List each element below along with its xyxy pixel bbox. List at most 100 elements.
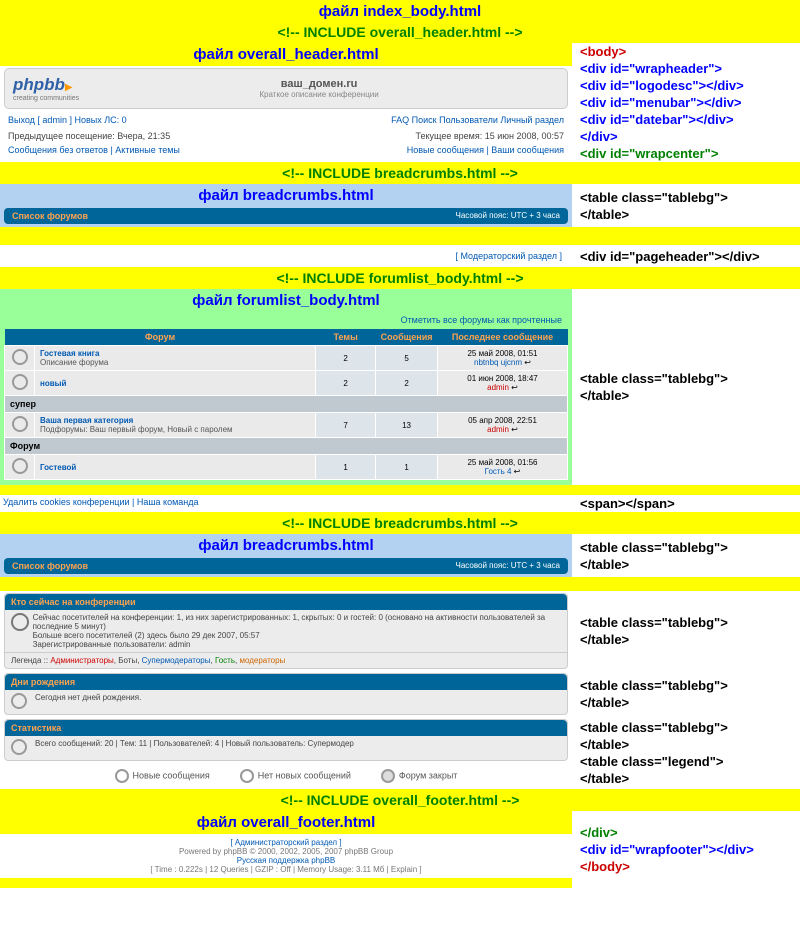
anno-body-open: <body> xyxy=(580,44,626,59)
cookies-team-links[interactable]: Удалить cookies конференции | Наша коман… xyxy=(3,497,199,507)
anno-table-close-6: </table> xyxy=(580,737,629,752)
anno-legend-tbl: <table class="legend"> xyxy=(580,754,723,769)
legend-locked: Форум закрыт xyxy=(399,770,458,780)
topic-count: 7 xyxy=(316,413,376,438)
forum-icon xyxy=(12,349,28,365)
datebar: Предыдущее посещение: Вчера, 21:35 Текущ… xyxy=(0,129,572,143)
anno-body-close: </body> xyxy=(580,859,630,874)
last-date: 25 май 2008, 01:56 xyxy=(467,458,537,467)
last-user[interactable]: admin xyxy=(487,425,509,434)
table-row: Гостевая книгаОписание форума 2 5 25 май… xyxy=(5,346,568,371)
breadcrumb-bar: Список форумов Часовой пояс: UTC + 3 час… xyxy=(4,208,568,224)
phpbb-logo: phpbb xyxy=(13,75,65,94)
forum-link[interactable]: Гостевая книга xyxy=(40,349,99,358)
powered-by: Powered by phpBB © 2000, 2002, 2005, 200… xyxy=(4,847,568,856)
birthday-body: Сегодня нет дней рождения. xyxy=(35,693,141,711)
stats-header: Статистика xyxy=(5,720,567,736)
topic-count: 2 xyxy=(316,346,376,371)
legend-new: Новые сообщения xyxy=(133,770,210,780)
site-title: ваш_домен.ru xyxy=(79,78,559,90)
no-new-icon xyxy=(240,769,254,783)
breadcrumb-label-2[interactable]: Список форумов xyxy=(12,561,88,571)
new-posts-link[interactable]: Новые сообщения | Ваши сообщения xyxy=(407,145,564,155)
site-subtitle: Краткое описание конференции xyxy=(79,90,559,99)
last-date: 05 апр 2008, 22:51 xyxy=(468,416,537,425)
category-label[interactable]: Форум xyxy=(5,438,568,455)
category-row: Форум xyxy=(5,438,568,455)
subforum-links[interactable]: Подфорумы: Ваш первый форум, Новый с пар… xyxy=(40,425,233,434)
anno-span: <span></span> xyxy=(580,496,675,511)
menubar: Выход [ admin ] Новых ЛС: 0 FAQ Поиск По… xyxy=(0,111,572,129)
category-label[interactable]: супер xyxy=(5,396,568,413)
category-row: супер xyxy=(5,396,568,413)
th-posts: Сообщения xyxy=(376,329,438,346)
anno-div-close: </div> xyxy=(580,129,618,144)
forum-link[interactable]: новый xyxy=(40,379,66,388)
new-posts-icon xyxy=(115,769,129,783)
mark-read-link[interactable]: Отметить все форумы как прочтенные xyxy=(0,311,572,329)
anno-table-close-3: </table> xyxy=(580,557,629,572)
whoisonline-table: Кто сейчас на конференции Сейчас посетит… xyxy=(4,593,568,669)
title-forumlist: файл forumlist_body.html xyxy=(0,290,572,311)
post-count: 2 xyxy=(376,371,438,396)
time-stats: [ Time : 0.222s | 12 Queries | GZIP : Of… xyxy=(4,865,568,874)
post-count: 5 xyxy=(376,346,438,371)
whoisonline-header: Кто сейчас на конференции xyxy=(5,594,567,610)
th-topics: Темы xyxy=(316,329,376,346)
logodesc-block: phpbb▶ creating communities ваш_домен.ru… xyxy=(4,68,568,109)
anno-div-close-2: </div> xyxy=(580,825,618,840)
anno-tablebg-2: <table class="tablebg"> xyxy=(580,371,728,386)
last-user[interactable]: admin xyxy=(487,383,509,392)
admin-link[interactable]: [ Администраторский раздел ] xyxy=(4,838,568,847)
menubar-right[interactable]: FAQ Поиск Пользователи Личный раздел xyxy=(391,115,564,125)
timezone-label: Часовой пояс: UTC + 3 часа xyxy=(456,211,560,221)
anno-datebar: <div id="datebar"></div> xyxy=(580,112,734,127)
inc-forumlist: <!-- INCLUDE forumlist_body.html --> xyxy=(0,268,800,288)
legend-prefix: Легенда :: xyxy=(11,656,50,665)
inc-breadcrumbs-1: <!-- INCLUDE breadcrumbs.html --> xyxy=(0,163,800,183)
anno-tablebg-3: <table class="tablebg"> xyxy=(580,540,728,555)
anno-tablebg-4: <table class="tablebg"> xyxy=(580,615,728,630)
title-overall-header: файл overall_header.html xyxy=(0,44,572,65)
menubar-left[interactable]: Выход [ admin ] Новых ЛС: 0 xyxy=(8,115,127,125)
unanswered-link[interactable]: Сообщения без ответов | Активные темы xyxy=(8,145,180,155)
anno-tablebg-1: <table class="tablebg"> xyxy=(580,190,728,205)
last-user[interactable]: nbtnbq ujcnm xyxy=(474,358,522,367)
support-link[interactable]: Русская поддержка phpBB xyxy=(4,856,568,865)
anno-table-close-2: </table> xyxy=(580,388,629,403)
moderator-link[interactable]: [ Модераторский раздел ] xyxy=(0,245,572,267)
stats-icon xyxy=(11,739,27,755)
anno-pageheader: <div id="pageheader"></div> xyxy=(580,249,760,264)
post-count: 13 xyxy=(376,413,438,438)
forum-link[interactable]: Ваша первая категория xyxy=(40,416,133,425)
anno-table-close-7: </table> xyxy=(580,771,629,786)
inc-overall-header: <!-- INCLUDE overall_header.html --> xyxy=(0,22,800,42)
table-row: Ваша первая категорияПодфорумы: Ваш перв… xyxy=(5,413,568,438)
table-row: Гостевой 1 1 25 май 2008, 01:56Гость 4 ↩ xyxy=(5,455,568,480)
anno-table-close-4: </table> xyxy=(580,632,629,647)
breadcrumb-bar-2: Список форумов Часовой пояс: UTC + 3 час… xyxy=(4,558,568,574)
anno-menubar: <div id="menubar"></div> xyxy=(580,95,742,110)
last-user[interactable]: Гость 4 xyxy=(485,467,512,476)
title-index-body: файл index_body.html xyxy=(0,1,800,22)
last-date: 01 июн 2008, 18:47 xyxy=(467,374,538,383)
current-time: Текущее время: 15 июн 2008, 00:57 xyxy=(415,131,564,141)
last-date: 25 май 2008, 01:51 xyxy=(467,349,537,358)
timezone-label-2: Часовой пояс: UTC + 3 часа xyxy=(456,561,560,571)
title-breadcrumbs-1: файл breadcrumbs.html xyxy=(0,185,572,206)
online-line2: Больше всего посетителей (2) здесь было … xyxy=(33,631,561,640)
stats-body: Всего сообщений: 20 | Тем: 11 | Пользова… xyxy=(35,739,354,748)
online-icon xyxy=(11,613,29,631)
anno-tablebg-5: <table class="tablebg"> xyxy=(580,678,728,693)
th-last: Последнее сообщение xyxy=(438,329,568,346)
title-overall-footer: файл overall_footer.html xyxy=(0,812,572,833)
anno-logodesc: <div id="logodesc"></div> xyxy=(580,78,744,93)
birthday-table: Дни рождения Сегодня нет дней рождения. xyxy=(4,673,568,715)
breadcrumb-label[interactable]: Список форумов xyxy=(12,211,88,221)
last-visit: Предыдущее посещение: Вчера, 21:35 xyxy=(8,131,170,141)
anno-wrapcenter: <div id="wrapcenter"> xyxy=(580,146,718,161)
anno-wrapfooter: <div id="wrapfooter"></div> xyxy=(580,842,754,857)
forum-icon xyxy=(12,374,28,390)
title-breadcrumbs-2: файл breadcrumbs.html xyxy=(0,535,572,556)
forum-link[interactable]: Гостевой xyxy=(40,463,76,472)
